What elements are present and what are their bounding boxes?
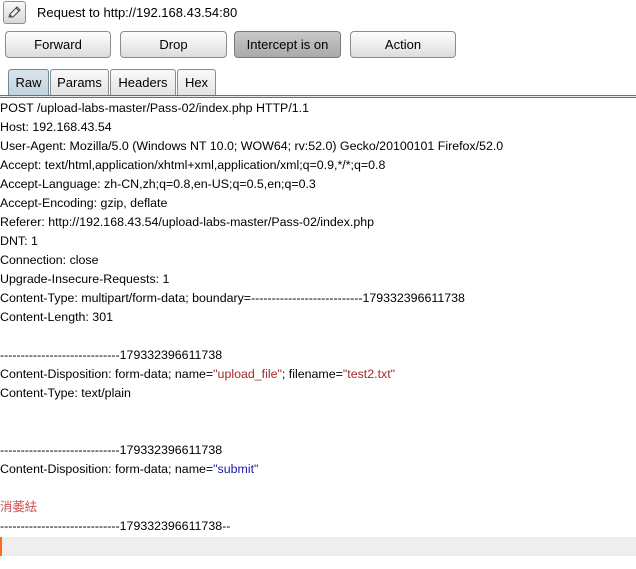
forward-button[interactable]: Forward [5, 31, 111, 58]
header-referer: Referer: http://192.168.43.54/upload-lab… [0, 215, 375, 229]
request-line: POST /upload-labs-master/Pass-02/index.p… [0, 101, 309, 115]
multipart-boundary: -----------------------------17933239661… [0, 348, 223, 362]
multipart-boundary: -----------------------------17933239661… [0, 443, 223, 457]
multipart-closing-boundary: -----------------------------17933239661… [0, 519, 231, 533]
message-view-tabs: Raw Params Headers Hex [0, 67, 636, 95]
pencil-edit-icon[interactable] [3, 1, 26, 24]
header-upgrade-insecure: Upgrade-Insecure-Requests: 1 [0, 272, 170, 286]
drop-button[interactable]: Drop [120, 31, 227, 58]
header-accept-encoding: Accept-Encoding: gzip, deflate [0, 196, 168, 210]
tab-divider [0, 95, 636, 98]
request-title: Request to http://192.168.43.54:80 [37, 5, 238, 20]
tab-headers[interactable]: Headers [110, 69, 176, 95]
part-content-type: Content-Type: text/plain [0, 386, 131, 400]
tab-hex[interactable]: Hex [177, 69, 216, 95]
submit-field-value: 消萎紶 [0, 500, 38, 514]
field-name-value: "upload_file" [213, 367, 282, 381]
disposition-prefix: Content-Disposition: form-data; name= [0, 462, 214, 476]
filename-value: "test2.txt" [342, 367, 396, 381]
header-dnt: DNT: 1 [0, 234, 38, 248]
header-user-agent: User-Agent: Mozilla/5.0 (Windows NT 10.0… [0, 139, 504, 153]
header-content-length: Content-Length: 301 [0, 310, 113, 324]
text-caret [0, 537, 2, 556]
tab-params[interactable]: Params [50, 69, 109, 95]
raw-request-editor[interactable]: POST /upload-labs-master/Pass-02/index.p… [0, 99, 636, 569]
disposition-filename-key: ; filename= [281, 367, 343, 381]
tab-raw[interactable]: Raw [8, 69, 49, 95]
header-content-type: Content-Type: multipart/form-data; bound… [0, 291, 465, 305]
header-host: Host: 192.168.43.54 [0, 120, 112, 134]
intercept-panel: Request to http://192.168.43.54:80 Forwa… [0, 0, 636, 569]
title-bar: Request to http://192.168.43.54:80 [0, 0, 636, 26]
current-line-highlight [0, 537, 636, 556]
submit-name-value: "submit" [213, 462, 259, 476]
action-button[interactable]: Action [350, 31, 456, 58]
header-accept-language: Accept-Language: zh-CN,zh;q=0.8,en-US;q=… [0, 177, 316, 191]
disposition-prefix: Content-Disposition: form-data; name= [0, 367, 214, 381]
header-connection: Connection: close [0, 253, 99, 267]
header-accept: Accept: text/html,application/xhtml+xml,… [0, 158, 386, 172]
intercept-toggle-button[interactable]: Intercept is on [234, 31, 341, 58]
part-content-disposition-submit: Content-Disposition: form-data; name="su… [0, 460, 258, 479]
part-content-disposition-file: Content-Disposition: form-data; name="up… [0, 365, 395, 384]
